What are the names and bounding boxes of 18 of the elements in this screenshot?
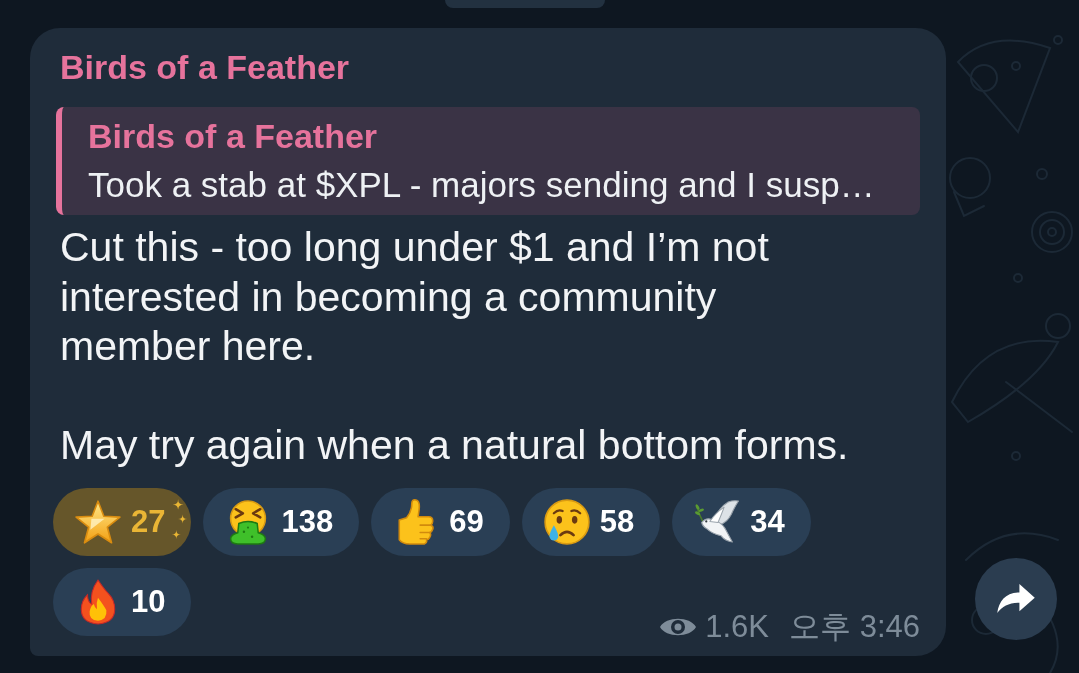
- reply-sender: Birds of a Feather: [88, 116, 379, 157]
- reply-quote[interactable]: Birds of a Feather Took a stab at $XPL - majors sending and I susp…: [56, 107, 920, 215]
- sender-name: Birds of a Feather: [59, 47, 351, 87]
- reaction-button[interactable]: 58: [521, 487, 661, 556]
- dove-icon: [694, 498, 741, 545]
- crying-face-icon: [543, 498, 590, 545]
- message-text: May try again when a natural bottom forms.: [59, 421, 850, 470]
- reaction-button[interactable]: 69: [371, 487, 510, 556]
- message-text: Cut this - too long under $1 and I’m not interested in becoming a community member here.: [59, 223, 770, 371]
- view-count: 1.6K: [705, 609, 770, 644]
- star-icon: [75, 498, 121, 545]
- reply-text: Took a stab at $XPL - majors sending and I susp…: [88, 164, 876, 206]
- curved-arrow-icon: [997, 584, 1035, 613]
- message-time: 오후 3:46: [789, 609, 920, 644]
- reaction-button[interactable]: 27: [53, 487, 192, 556]
- reaction-button[interactable]: 138: [203, 487, 360, 556]
- reaction-button[interactable]: 10: [53, 567, 192, 636]
- reaction-button[interactable]: 34: [672, 487, 811, 556]
